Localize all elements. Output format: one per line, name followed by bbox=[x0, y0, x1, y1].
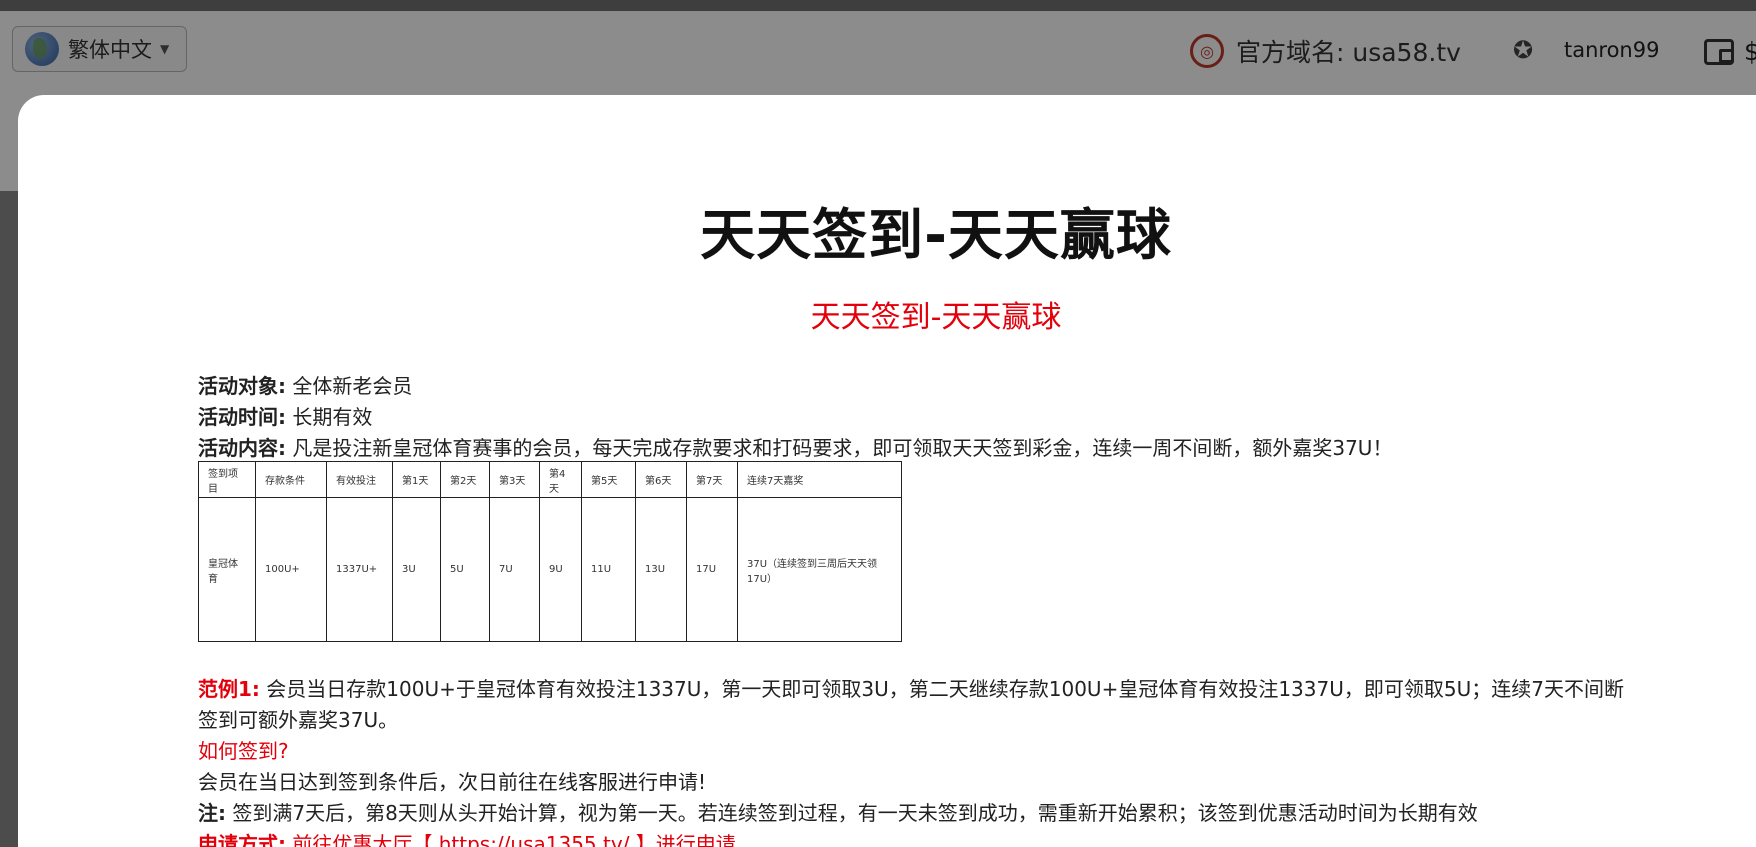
table-cell: 1337U+ bbox=[326, 497, 393, 642]
table-cell: 皇冠体育 bbox=[198, 497, 256, 642]
apply-paragraph: 申请方式: 前往优惠大厅【 https://usa1355.tv/ 】进行申请 bbox=[198, 829, 1638, 847]
table-cell: 7U bbox=[489, 497, 540, 642]
table-header-cell: 第5天 bbox=[581, 461, 636, 498]
table-header-cell: 连续7天嘉奖 bbox=[737, 461, 902, 498]
note-label: 注: bbox=[198, 801, 226, 825]
note-paragraph: 注: 签到满7天后，第8天则从头开始计算，视为第一天。若连续签到过程，有一天未签… bbox=[198, 798, 1638, 829]
time-label: 活动时间: bbox=[198, 405, 286, 429]
promotion-modal: 天天签到-天天赢球 天天签到-天天赢球 活动对象: 全体新老会员 活动时间: 长… bbox=[18, 95, 1756, 847]
table-header-cell: 第6天 bbox=[635, 461, 687, 498]
table-cell: 3U bbox=[392, 497, 441, 642]
how-to-text: 会员在当日达到签到条件后，次日前往在线客服进行申请! bbox=[198, 770, 707, 794]
table-cell: 13U bbox=[635, 497, 687, 642]
example-label: 范例1: bbox=[198, 677, 260, 701]
example-text: 会员当日存款100U+于皇冠体育有效投注1337U，第一天即可领取3U，第二天继… bbox=[198, 677, 1624, 732]
table-cell: 11U bbox=[581, 497, 636, 642]
table-header-cell: 第7天 bbox=[686, 461, 738, 498]
table-header-cell: 第4天 bbox=[539, 461, 582, 498]
content-line: 活动内容: 凡是投注新皇冠体育赛事的会员，每天完成存款要求和打码要求，即可领取天… bbox=[198, 432, 1392, 461]
table-header-cell: 存款条件 bbox=[255, 461, 327, 498]
promotion-title: 天天签到-天天赢球 bbox=[700, 203, 1172, 267]
table-cell: 37U（连续签到三周后天天领17U） bbox=[737, 497, 902, 642]
how-to-title: 如何签到? bbox=[198, 739, 289, 763]
table-cell: 17U bbox=[686, 497, 738, 642]
table-cell: 5U bbox=[440, 497, 490, 642]
time-value: 长期有效 bbox=[292, 405, 373, 429]
target-line: 活动对象: 全体新老会员 bbox=[198, 370, 412, 399]
sign-in-table: 签到项目 存款条件 有效投注 第1天 第2天 第3天 第4天 第5天 第6天 第… bbox=[198, 461, 902, 642]
target-value: 全体新老会员 bbox=[292, 374, 413, 398]
table-header-cell: 第2天 bbox=[440, 461, 490, 498]
table-header-cell: 第1天 bbox=[392, 461, 441, 498]
table-header-cell: 第3天 bbox=[489, 461, 540, 498]
table-header-row: 签到项目 存款条件 有效投注 第1天 第2天 第3天 第4天 第5天 第6天 第… bbox=[198, 461, 902, 498]
note-text: 签到满7天后，第8天则从头开始计算，视为第一天。若连续签到过程，有一天未签到成功… bbox=[232, 801, 1478, 825]
table-header-cell: 签到项目 bbox=[198, 461, 256, 498]
apply-link[interactable]: 前往优惠大厅【 https://usa1355.tv/ 】进行申请 bbox=[292, 832, 735, 847]
promotion-subtitle: 天天签到-天天赢球 bbox=[810, 300, 1062, 335]
window-top-strip bbox=[0, 0, 1756, 11]
target-label: 活动对象: bbox=[198, 374, 286, 398]
content-label: 活动内容: bbox=[198, 436, 286, 460]
content-value: 凡是投注新皇冠体育赛事的会员，每天完成存款要求和打码要求，即可领取天天签到彩金，… bbox=[292, 436, 1393, 460]
time-line: 活动时间: 长期有效 bbox=[198, 401, 372, 430]
table-header-cell: 有效投注 bbox=[326, 461, 393, 498]
table-row: 皇冠体育 100U+ 1337U+ 3U 5U 7U 9U 11U 13U 17… bbox=[198, 497, 902, 642]
table-cell: 9U bbox=[539, 497, 582, 642]
table-cell: 100U+ bbox=[255, 497, 327, 642]
example-paragraph: 范例1: 会员当日存款100U+于皇冠体育有效投注1337U，第一天即可领取3U… bbox=[198, 674, 1638, 736]
apply-label: 申请方式: bbox=[198, 832, 286, 847]
